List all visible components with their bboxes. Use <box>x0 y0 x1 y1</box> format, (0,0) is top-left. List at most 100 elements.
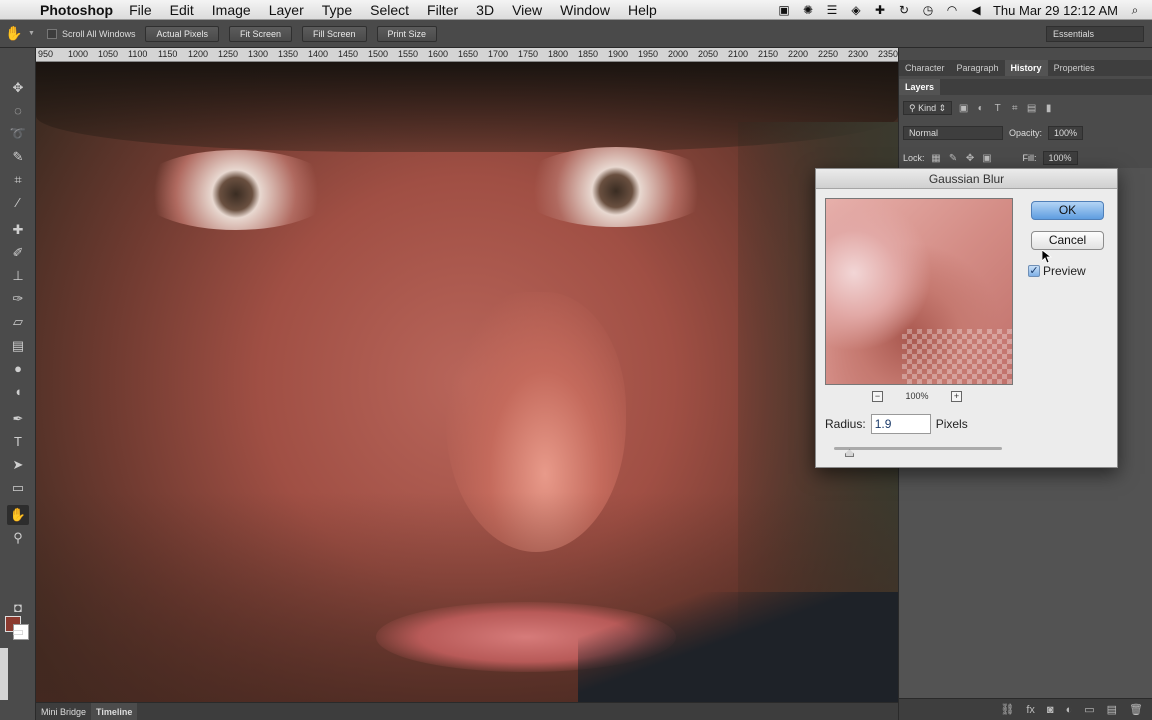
opacity-input[interactable]: 100% <box>1048 126 1084 140</box>
gradient-tool-icon[interactable]: ▤ <box>7 336 29 356</box>
brush-tool-icon[interactable]: ✐ <box>7 243 29 263</box>
pixel-filter-icon[interactable]: ▣ <box>958 103 969 114</box>
actual-pixels-button[interactable]: Actual Pixels <box>145 25 219 42</box>
zoom-tool-icon[interactable]: ⚲ <box>7 528 29 548</box>
blend-mode-select[interactable]: Normal <box>903 126 1003 140</box>
lasso-tool-icon[interactable]: ➰ <box>7 124 29 144</box>
adjustment-layer-icon[interactable]: ◐ <box>1066 704 1073 716</box>
plus-icon[interactable]: ✚ <box>873 4 887 16</box>
eraser-tool-icon[interactable]: ▱ <box>7 312 29 332</box>
workspace-switcher[interactable]: Essentials <box>1046 26 1144 42</box>
move-tool-icon[interactable]: ✥ <box>7 78 29 98</box>
fit-screen-button[interactable]: Fit Screen <box>229 25 293 42</box>
blur-tool-icon[interactable]: ● <box>7 359 29 379</box>
app-extra-icon[interactable]: ◈ <box>849 4 863 16</box>
menu-help[interactable]: Help <box>628 2 657 18</box>
menu-file[interactable]: File <box>129 2 152 18</box>
dodge-tool-icon[interactable]: ◖ <box>7 382 29 402</box>
menu-type[interactable]: Type <box>322 2 352 18</box>
smart-object-filter-icon[interactable]: ▤ <box>1026 103 1037 114</box>
tab-history[interactable]: History <box>1004 60 1048 76</box>
screen-mode-icon[interactable]: ▭ <box>7 622 29 642</box>
camera-icon[interactable]: ▣ <box>777 4 791 16</box>
trash-icon[interactable]: 🗑 <box>1129 703 1143 716</box>
fill-screen-button[interactable]: Fill Screen <box>302 25 367 42</box>
preview-zoom-level: 100% <box>905 391 929 401</box>
clone-stamp-tool-icon[interactable]: ⊥ <box>7 266 29 286</box>
type-tool-icon[interactable]: T <box>7 432 29 452</box>
eyedropper-tool-icon[interactable]: ⁄ <box>7 193 29 213</box>
lock-transparent-icon[interactable]: ▦ <box>931 153 942 164</box>
zoom-out-button[interactable]: − <box>872 390 883 402</box>
healing-brush-tool-icon[interactable]: ✚ <box>7 220 29 240</box>
brightness-icon[interactable]: ✺ <box>801 4 815 16</box>
layer-kind-select[interactable]: ⚲ Kind ⇕ <box>903 101 953 115</box>
radius-slider-thumb[interactable] <box>845 449 854 457</box>
timemachine-icon[interactable]: ◷ <box>921 4 935 16</box>
zoom-in-button[interactable]: + <box>951 390 962 402</box>
spotlight-search-icon[interactable]: ⌕ <box>1128 4 1142 16</box>
tools-panel: ✥ ◌ ➰ ✎ ⌗ ⁄ ✚ ✐ ⊥ ✑ ▱ ▤ ● ◖ ✒ T ➤ ▭ ✋ ⚲ … <box>0 48 36 720</box>
opacity-label: Opacity: <box>1009 128 1043 138</box>
hand-tool-preset-icon[interactable]: ✋ <box>0 25 28 42</box>
adjustment-filter-icon[interactable]: ◐ <box>975 103 986 114</box>
tab-timeline[interactable]: Timeline <box>91 702 138 720</box>
layer-mask-icon[interactable]: ◙ <box>1047 704 1054 716</box>
chevron-down-icon[interactable]: ▼ <box>28 30 35 37</box>
filter-preview[interactable] <box>825 198 1013 385</box>
scroll-all-windows-checkbox[interactable] <box>46 28 57 39</box>
menu-3d[interactable]: 3D <box>476 2 494 18</box>
crop-tool-icon[interactable]: ⌗ <box>7 170 29 190</box>
fill-input[interactable]: 100% <box>1042 151 1078 165</box>
tab-mini-bridge[interactable]: Mini Bridge <box>36 703 91 720</box>
layer-style-icon[interactable]: fx <box>1026 704 1035 716</box>
ruler-tick: 1950 <box>638 49 659 59</box>
ok-button[interactable]: OK <box>1031 201 1104 220</box>
menu-extra-icon[interactable]: ☰ <box>825 4 839 16</box>
filter-toggle-icon[interactable]: ▮ <box>1043 103 1054 114</box>
preview-checkbox[interactable]: ✓ <box>1028 265 1040 277</box>
radius-input[interactable] <box>870 414 931 434</box>
tab-layers[interactable]: Layers <box>899 79 941 95</box>
menu-filter[interactable]: Filter <box>427 2 458 18</box>
link-layers-icon[interactable]: ⛓ <box>1000 703 1014 716</box>
shape-filter-icon[interactable]: ⌗ <box>1009 103 1020 114</box>
type-filter-icon[interactable]: T <box>992 103 1003 114</box>
volume-icon[interactable]: ◀ <box>969 4 983 16</box>
hand-tool-icon[interactable]: ✋ <box>7 505 29 525</box>
menu-window[interactable]: Window <box>560 2 610 18</box>
print-size-button[interactable]: Print Size <box>376 25 438 42</box>
menu-view[interactable]: View <box>512 2 542 18</box>
menu-select[interactable]: Select <box>370 2 409 18</box>
new-group-icon[interactable]: ▭ <box>1084 703 1094 716</box>
path-selection-tool-icon[interactable]: ➤ <box>7 455 29 475</box>
tab-properties[interactable]: Properties <box>1048 60 1101 76</box>
tab-character[interactable]: Character <box>899 60 951 76</box>
ruler-tick: 1250 <box>218 49 239 59</box>
rectangle-tool-icon[interactable]: ▭ <box>7 478 29 498</box>
sync-icon[interactable]: ↻ <box>897 4 911 16</box>
cancel-button[interactable]: Cancel <box>1031 231 1104 250</box>
menu-edit[interactable]: Edit <box>170 2 194 18</box>
lock-all-icon[interactable]: ▣ <box>982 153 993 164</box>
lock-position-icon[interactable]: ✥ <box>965 153 976 164</box>
options-bar: ✋ ▼ Scroll All Windows Actual Pixels Fit… <box>0 20 1152 48</box>
document-canvas[interactable] <box>36 62 898 702</box>
ruler-tick: 1100 <box>128 49 148 59</box>
wifi-icon[interactable]: ◠ <box>945 4 959 16</box>
app-menu[interactable]: Photoshop <box>40 2 113 18</box>
new-layer-icon[interactable]: ▤ <box>1107 703 1117 716</box>
quick-mask-icon[interactable]: ◘ <box>7 598 29 618</box>
pen-tool-icon[interactable]: ✒ <box>7 409 29 429</box>
lock-image-icon[interactable]: ✎ <box>948 153 959 164</box>
radius-slider[interactable] <box>834 447 1002 457</box>
menu-layer[interactable]: Layer <box>269 2 304 18</box>
quick-select-tool-icon[interactable]: ✎ <box>7 147 29 167</box>
tab-paragraph[interactable]: Paragraph <box>951 60 1005 76</box>
marquee-tool-icon[interactable]: ◌ <box>7 101 29 121</box>
menu-image[interactable]: Image <box>212 2 251 18</box>
clock[interactable]: Thu Mar 29 12:12 AM <box>993 3 1118 18</box>
ruler-tick: 2300 <box>848 49 869 59</box>
preview-toggle[interactable]: ✓ Preview <box>1028 264 1086 278</box>
history-brush-tool-icon[interactable]: ✑ <box>7 289 29 309</box>
